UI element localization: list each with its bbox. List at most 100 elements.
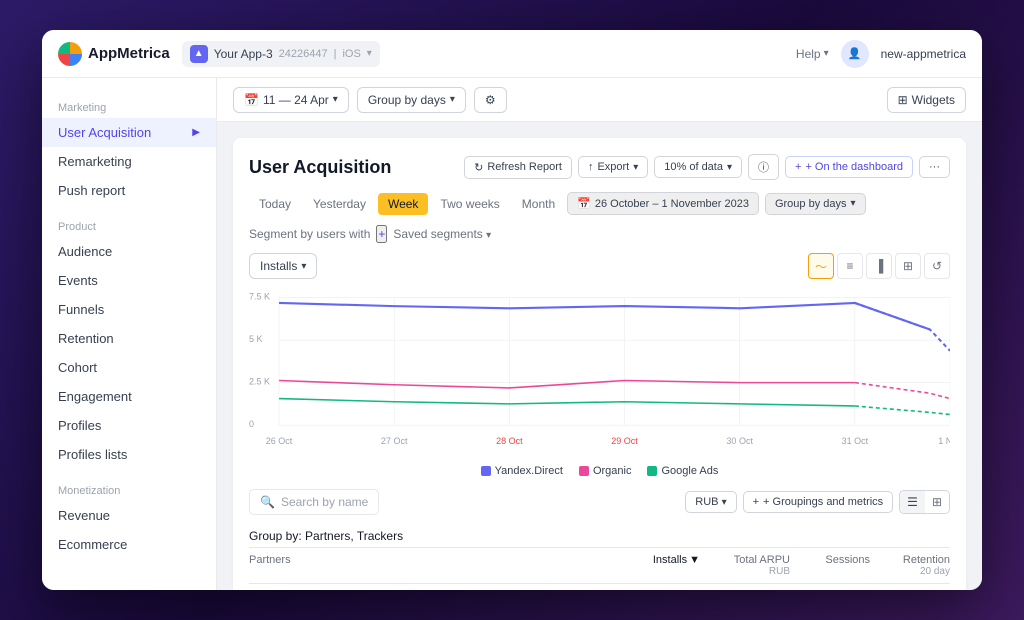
chart-container: Installs ▾ 〜 ≡ ▐ ⊞ ↺ — [249, 253, 950, 489]
section-title-marketing: Marketing — [42, 94, 216, 118]
sidebar: Marketing User Acquisition ▶ Remarketing… — [42, 78, 217, 590]
sidebar-item-remarketing[interactable]: Remarketing — [42, 147, 216, 176]
widgets-label: Widgets — [912, 93, 955, 107]
refresh-button[interactable]: ↻ Refresh Report — [464, 156, 572, 179]
svg-text:2.5 K: 2.5 K — [249, 377, 271, 387]
legend-label-organic: Organic — [593, 465, 632, 477]
app-selector-platform-label: iOS — [342, 48, 360, 60]
app-logo: AppMetrica — [58, 42, 170, 66]
app-selector[interactable]: ▲ Your App-3 24226447 | iOS ▾ — [182, 41, 380, 67]
svg-text:0: 0 — [249, 419, 254, 429]
chevron-down-icon: ▾ — [333, 94, 338, 105]
currency-label: RUB — [695, 496, 718, 508]
sidebar-item-cohort[interactable]: Cohort — [42, 353, 216, 382]
page-title: User Acquisition — [249, 157, 391, 178]
sidebar-divider-2 — [42, 469, 216, 477]
group-by-info: Group by: Partners, Trackers — [249, 523, 950, 547]
legend-label-yandex: Yandex.Direct — [495, 465, 563, 477]
installs-dropdown[interactable]: Installs ▾ — [249, 253, 317, 279]
content-area: 📅 11 — 24 Apr ▾ Group by days ▾ ⚙ ⊞ Widg… — [217, 78, 982, 590]
sidebar-item-funnels[interactable]: Funnels — [42, 295, 216, 324]
chevron-down-icon: ▾ — [486, 230, 491, 241]
sidebar-item-profiles[interactable]: Profiles — [42, 411, 216, 440]
groupings-button[interactable]: + + Groupings and metrics — [743, 491, 894, 513]
chevron-down-icon: ▾ — [367, 48, 372, 59]
date-range-button[interactable]: 📅 11 — 24 Apr ▾ — [233, 87, 349, 113]
group-by-chart-button[interactable]: Group by days ▾ — [765, 193, 866, 215]
svg-text:26 Oct: 26 Oct — [266, 436, 293, 446]
grid-chart-button[interactable]: ⊞ — [895, 253, 921, 279]
info-button[interactable]: ⓘ — [748, 154, 779, 180]
sidebar-item-retention[interactable]: Retention — [42, 324, 216, 353]
legend-google: Google Ads — [647, 465, 718, 477]
sidebar-item-engagement[interactable]: Engagement — [42, 382, 216, 411]
main-area: Marketing User Acquisition ▶ Remarketing… — [42, 78, 982, 590]
report-card: User Acquisition ↻ Refresh Report ↑ Expo… — [233, 138, 966, 590]
sidebar-item-label: Profiles — [58, 418, 101, 433]
add-segment-button[interactable]: + — [376, 225, 387, 243]
sidebar-item-events[interactable]: Events — [42, 266, 216, 295]
stacked-chart-button[interactable]: ≡ — [837, 253, 863, 279]
calendar-icon: 📅 — [244, 93, 259, 107]
table-col-headers: Partners Installs ▼ Total ARPU RUB — [249, 547, 950, 584]
tab-week[interactable]: Week — [378, 193, 428, 215]
date-range-label: 11 — 24 Apr — [263, 93, 329, 107]
app-selector-icon: ▲ — [190, 45, 208, 63]
col-header-installs[interactable]: Installs ▼ — [610, 554, 700, 577]
legend-yandex: Yandex.Direct — [481, 465, 563, 477]
view-toggle: ☰ ⊞ — [899, 490, 950, 514]
table-controls: 🔍 Search by name RUB ▾ + + Groupings and… — [249, 489, 950, 515]
saved-segments-dropdown[interactable]: Saved segments ▾ — [393, 227, 491, 241]
page-content: User Acquisition ↻ Refresh Report ↑ Expo… — [217, 122, 982, 590]
sidebar-item-revenue[interactable]: Revenue — [42, 501, 216, 530]
refresh-chart-button[interactable]: ↺ — [924, 253, 950, 279]
svg-text:5 K: 5 K — [249, 334, 263, 344]
chevron-down-icon: ▾ — [722, 497, 727, 508]
sidebar-section-monetization: Monetization Revenue Ecommerce — [42, 477, 216, 559]
app-selector-platform: | — [334, 48, 337, 60]
export-button[interactable]: ↑ Export ▾ — [578, 156, 648, 178]
sidebar-item-push-report[interactable]: Push report — [42, 176, 216, 205]
data-percent-label: 10% of data — [664, 161, 723, 173]
plus-icon: + — [378, 227, 385, 241]
legend-dot-yandex — [481, 466, 491, 476]
bar-chart-button[interactable]: ▐ — [866, 253, 892, 279]
col-retention-sub: 20 day — [870, 566, 950, 577]
line-chart-button[interactable]: 〜 — [808, 253, 834, 279]
sidebar-item-profiles-lists[interactable]: Profiles lists — [42, 440, 216, 469]
tab-two-weeks[interactable]: Two weeks — [430, 193, 509, 215]
sidebar-item-audience[interactable]: Audience — [42, 237, 216, 266]
chart-svg: 7.5 K 5 K 2.5 K 0 — [249, 287, 950, 457]
tab-today[interactable]: Today — [249, 193, 301, 215]
app-selector-label: Your App-3 — [214, 47, 273, 61]
group-by-button[interactable]: Group by days ▾ — [357, 87, 466, 113]
data-percent-button[interactable]: 10% of data ▾ — [654, 156, 742, 178]
more-button[interactable]: ··· — [919, 156, 950, 178]
filter-button[interactable]: ⚙ — [474, 87, 507, 113]
tab-month[interactable]: Month — [512, 193, 565, 215]
search-container[interactable]: 🔍 Search by name — [249, 489, 379, 515]
list-view-button[interactable]: ☰ — [900, 491, 925, 513]
sidebar-item-ecommerce[interactable]: Ecommerce — [42, 530, 216, 559]
info-icon: ⓘ — [758, 159, 769, 175]
help-button[interactable]: Help ▾ — [796, 47, 829, 61]
installs-label: Installs — [260, 259, 297, 273]
section-title-product: Product — [42, 213, 216, 237]
grid-view-button[interactable]: ⊞ — [925, 491, 949, 513]
dashboard-button[interactable]: + + On the dashboard — [785, 156, 913, 178]
widgets-button[interactable]: ⊞ Widgets — [887, 87, 966, 113]
sidebar-item-user-acquisition[interactable]: User Acquisition ▶ — [42, 118, 216, 147]
widgets-icon: ⊞ — [898, 93, 908, 107]
sidebar-section-marketing: Marketing User Acquisition ▶ Remarketing… — [42, 94, 216, 205]
plus-icon: + — [753, 496, 759, 508]
toolbar: 📅 11 — 24 Apr ▾ Group by days ▾ ⚙ ⊞ Widg… — [217, 78, 982, 122]
col-header-retention: Retention 20 day — [870, 554, 950, 577]
currency-button[interactable]: RUB ▾ — [685, 491, 736, 513]
tab-yesterday[interactable]: Yesterday — [303, 193, 376, 215]
avatar: 👤 — [841, 40, 869, 68]
date-range-selector[interactable]: 📅 26 October – 1 November 2023 — [567, 192, 759, 215]
export-icon: ↑ — [588, 161, 594, 173]
svg-text:28 Oct: 28 Oct — [496, 436, 523, 446]
col-header-sessions: Sessions — [790, 554, 870, 577]
chevron-down-icon: ▾ — [633, 162, 638, 173]
